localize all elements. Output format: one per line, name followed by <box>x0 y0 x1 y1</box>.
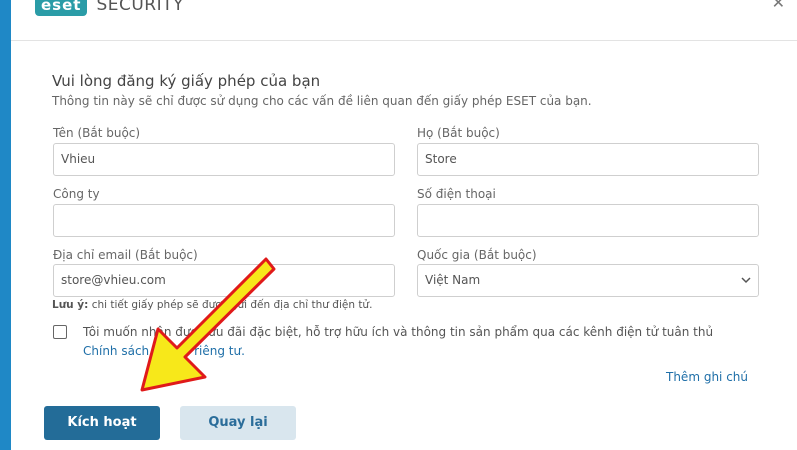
window-left-accent <box>0 0 11 450</box>
back-button[interactable]: Quay lại <box>180 406 296 440</box>
email-field[interactable]: store@vhieu.com <box>53 264 395 297</box>
note-text: chi tiết giấy phép sẽ được gửi đến địa c… <box>91 299 373 311</box>
add-note-link[interactable]: Thêm ghi chú <box>666 370 748 384</box>
privacy-policy-link[interactable]: Chính sách quyền riêng tư. <box>83 344 245 358</box>
first-name-field[interactable]: Vhieu <box>53 143 395 176</box>
company-label: Công ty <box>53 187 100 201</box>
eset-logo: eset SECURITY <box>35 0 184 16</box>
consent-label: Tôi muốn nhận được ưu đãi đặc biệt, hỗ t… <box>83 325 714 339</box>
form-subtitle: Thông tin này sẽ chỉ được sử dụng cho cá… <box>52 94 592 108</box>
country-select[interactable]: Việt Nam <box>417 264 759 297</box>
chevron-down-icon <box>741 265 751 309</box>
country-label: Quốc gia (Bắt buộc) <box>417 248 537 262</box>
note-label: Lưu ý: <box>52 299 89 311</box>
email-label: Địa chỉ email (Bắt buộc) <box>53 248 198 262</box>
close-icon[interactable]: ✕ <box>772 0 785 12</box>
form-title: Vui lòng đăng ký giấy phép của bạn <box>52 72 321 90</box>
email-note: Lưu ý: chi tiết giấy phép sẽ được gửi đế… <box>52 299 372 311</box>
logo-badge: eset <box>35 0 88 16</box>
phone-label: Số điện thoại <box>417 187 496 201</box>
last-name-label: Họ (Bắt buộc) <box>417 126 500 140</box>
product-name: SECURITY <box>96 0 184 15</box>
consent-checkbox[interactable] <box>53 325 67 339</box>
last-name-field[interactable]: Store <box>417 143 759 176</box>
consent-text: Tôi muốn nhận được ưu đãi đặc biệt, hỗ t… <box>83 323 743 361</box>
company-field[interactable] <box>53 204 395 237</box>
activate-button[interactable]: Kích hoạt <box>44 406 160 440</box>
phone-field[interactable] <box>417 204 759 237</box>
country-value: Việt Nam <box>425 273 481 287</box>
header: eset SECURITY ✕ <box>11 0 797 41</box>
first-name-label: Tên (Bắt buộc) <box>53 126 141 140</box>
